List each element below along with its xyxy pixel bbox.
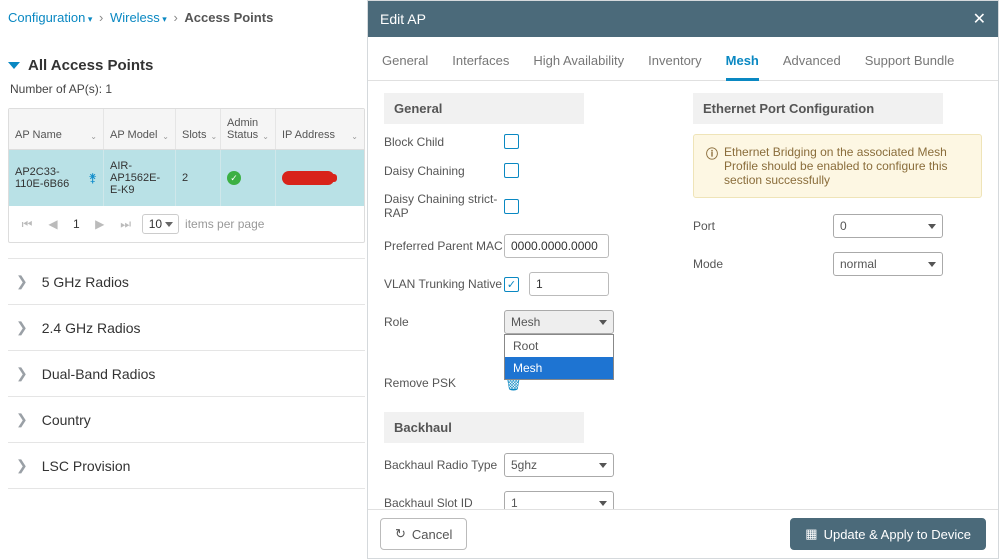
role-dropdown-menu: Root Mesh [504,334,614,380]
table-row[interactable]: AP2C33-110E-6B66⚵ AIR-AP1562E-E-K9 2 ✓ [9,150,364,206]
block-child-checkbox[interactable] [504,134,519,149]
cancel-icon: ↻ [395,526,406,542]
chevron-down-icon [8,62,20,69]
vlan-native-input[interactable] [529,272,609,296]
tab-mesh[interactable]: Mesh [726,47,759,81]
eth-mode-select[interactable]: normal [833,252,943,276]
section-ethernet-port: Ethernet Port Configuration [693,93,943,124]
page-first[interactable]: ⏮ [17,214,37,234]
tab-general[interactable]: General [382,47,428,80]
cancel-button[interactable]: ↻Cancel [380,518,467,550]
apply-button[interactable]: ▦Update & Apply to Device [790,518,986,550]
breadcrumb: Configuration ▾ › Wireless ▾ › Access Po… [8,10,365,33]
tab-inventory[interactable]: Inventory [648,47,701,80]
acc-lsc[interactable]: ❯LSC Provision [8,442,365,489]
role-select[interactable]: Mesh [504,310,614,334]
crumb-access-points: Access Points [184,10,273,25]
chevron-right-icon: ❯ [16,457,28,474]
ap-table: AP Name⌄ AP Model⌄ Slots⌄ Admin Status⌄ … [8,108,365,243]
mesh-icon: ⚵ [88,171,97,185]
tab-high-availability[interactable]: High Availability [533,47,624,80]
chevron-right-icon: ❯ [16,411,28,428]
col-ap-name[interactable]: AP Name⌄ [9,109,104,149]
crumb-wireless[interactable]: Wireless [110,10,160,25]
page-prev[interactable]: ◀ [43,214,63,234]
backhaul-radio-type-select[interactable]: 5ghz [504,453,614,477]
ap-count: Number of AP(s): 1 [10,82,365,96]
status-enabled-icon: ✓ [227,171,241,185]
edit-ap-modal: Edit AP ✕ General Interfaces High Availa… [367,0,999,559]
chevron-right-icon: ❯ [16,365,28,382]
preferred-parent-mac-input[interactable] [504,234,609,258]
modal-title: Edit AP [380,11,426,27]
col-ip-address[interactable]: IP Address⌄ [276,109,364,149]
tab-advanced[interactable]: Advanced [783,47,841,80]
vlan-trunking-native-checkbox[interactable] [504,277,519,292]
daisy-chaining-checkbox[interactable] [504,163,519,178]
acc-24ghz[interactable]: ❯2.4 GHz Radios [8,304,365,351]
chevron-right-icon: ❯ [16,273,28,290]
tab-interfaces[interactable]: Interfaces [452,47,509,80]
col-admin-status[interactable]: Admin Status⌄ [221,109,276,149]
daisy-strict-rap-checkbox[interactable] [504,199,519,214]
role-option-root[interactable]: Root [505,335,613,357]
per-page-select[interactable]: 10 [142,214,179,234]
col-ap-model[interactable]: AP Model⌄ [104,109,176,149]
backhaul-slot-id-select[interactable]: 1 [504,491,614,509]
page-next[interactable]: ▶ [90,214,110,234]
ethernet-bridging-info: ⓘ Ethernet Bridging on the associated Me… [693,134,982,198]
crumb-configuration[interactable]: Configuration [8,10,85,25]
acc-dualband[interactable]: ❯Dual-Band Radios [8,350,365,397]
page-number: 1 [73,217,80,231]
eth-port-select[interactable]: 0 [833,214,943,238]
acc-5ghz[interactable]: ❯5 GHz Radios [8,258,365,305]
all-aps-toggle[interactable]: All Access Points [8,57,365,74]
info-icon: ⓘ [706,145,718,162]
pager: ⏮ ◀ 1 ▶ ⏭ 10 items per page [9,206,364,242]
ip-redacted [282,171,334,185]
chevron-right-icon: ❯ [16,319,28,336]
acc-country[interactable]: ❯Country [8,396,365,443]
page-last[interactable]: ⏭ [116,214,136,234]
role-option-mesh[interactable]: Mesh [505,357,613,379]
col-slots[interactable]: Slots⌄ [176,109,221,149]
tab-support-bundle[interactable]: Support Bundle [865,47,955,80]
apply-icon: ▦ [805,526,817,542]
section-general: General [384,93,584,124]
close-icon[interactable]: ✕ [973,9,986,29]
section-backhaul: Backhaul [384,412,584,443]
